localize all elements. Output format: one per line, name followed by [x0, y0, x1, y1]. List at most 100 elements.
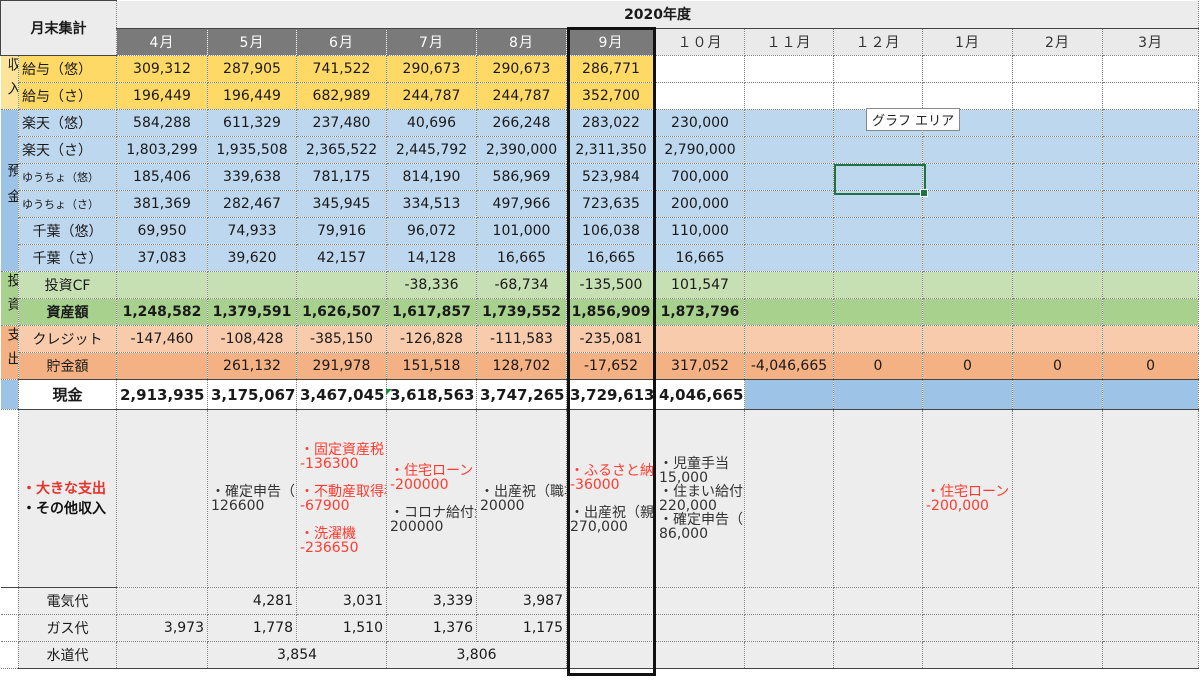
cell[interactable]: [1012, 217, 1103, 245]
cell[interactable]: -38,336: [386, 271, 477, 299]
cell[interactable]: 286,771: [566, 55, 656, 83]
cell[interactable]: [1012, 163, 1103, 191]
cell[interactable]: [744, 271, 834, 299]
cell[interactable]: 2,365,522: [296, 136, 387, 164]
cell[interactable]: [744, 587, 834, 615]
cell[interactable]: [1012, 244, 1103, 272]
cell[interactable]: [744, 379, 834, 410]
cell[interactable]: 151,518: [386, 352, 477, 380]
month-header[interactable]: １２月: [833, 28, 923, 56]
cell[interactable]: [922, 271, 1013, 299]
cell[interactable]: -385,150: [296, 325, 387, 353]
cell[interactable]: 0: [1012, 352, 1103, 380]
cell[interactable]: [922, 217, 1013, 245]
cell[interactable]: 1,935,508: [207, 136, 297, 164]
row-label[interactable]: 千葉（悠）: [18, 217, 117, 245]
cell[interactable]: [296, 271, 387, 299]
cell[interactable]: 69,950: [116, 217, 208, 245]
cell[interactable]: 1,778: [207, 614, 297, 642]
cell[interactable]: 4,046,665: [655, 379, 745, 410]
month-header[interactable]: 3月: [1102, 28, 1200, 56]
month-header[interactable]: 4月: [116, 28, 208, 56]
cell[interactable]: 14,128: [386, 244, 477, 272]
cell[interactable]: 0: [1102, 352, 1200, 380]
cell[interactable]: [744, 217, 834, 245]
row-label[interactable]: クレジット: [18, 325, 117, 353]
row-label[interactable]: ゆうちょ（さ）: [18, 190, 117, 218]
cell[interactable]: [1102, 55, 1200, 83]
month-header[interactable]: 2月: [1012, 28, 1103, 56]
cell[interactable]: 523,984: [566, 163, 656, 191]
cell[interactable]: 309,312: [116, 55, 208, 83]
cell[interactable]: [833, 614, 923, 642]
cell[interactable]: 290,673: [386, 55, 477, 83]
cell[interactable]: 185,406: [116, 163, 208, 191]
category-invest[interactable]: 投資: [0, 271, 19, 326]
cell[interactable]: [1012, 82, 1103, 110]
cell[interactable]: 110,000: [655, 217, 745, 245]
cell[interactable]: 1,248,582: [116, 298, 208, 326]
cell[interactable]: [1012, 587, 1103, 615]
cell[interactable]: [833, 55, 923, 83]
cell[interactable]: 497,966: [476, 190, 567, 218]
cell[interactable]: 723,635: [566, 190, 656, 218]
cell[interactable]: 74,933: [207, 217, 297, 245]
fill-handle[interactable]: [920, 189, 928, 197]
cell[interactable]: 1,175: [476, 614, 567, 642]
cell[interactable]: 317,052: [655, 352, 745, 380]
cell[interactable]: 37,083: [116, 244, 208, 272]
cell[interactable]: 79,916: [296, 217, 387, 245]
cell[interactable]: 101,000: [476, 217, 567, 245]
cell[interactable]: [744, 298, 834, 326]
cell[interactable]: 3,031: [296, 587, 387, 615]
cell[interactable]: 3,339: [386, 587, 477, 615]
cell[interactable]: 16,665: [476, 244, 567, 272]
cell[interactable]: [744, 163, 834, 191]
cell[interactable]: [1102, 641, 1200, 669]
cell[interactable]: [1012, 136, 1103, 164]
spreadsheet[interactable]: 月末集計 2020年度 4月 5月 6月 7月 8月 9月 １０月 １１月 １２…: [0, 0, 1200, 682]
note-cell[interactable]: [1102, 409, 1200, 588]
month-header[interactable]: 9月: [566, 28, 656, 56]
cell[interactable]: [922, 614, 1013, 642]
cell[interactable]: [744, 109, 834, 137]
cell[interactable]: [922, 190, 1013, 218]
cell[interactable]: 261,132: [207, 352, 297, 380]
row-label[interactable]: 水道代: [18, 641, 117, 669]
cell[interactable]: [116, 271, 208, 299]
cell[interactable]: 3,973: [116, 614, 208, 642]
cell[interactable]: 283,022: [566, 109, 656, 137]
cell[interactable]: [833, 244, 923, 272]
cell[interactable]: 266,248: [476, 109, 567, 137]
month-header[interactable]: 7月: [386, 28, 477, 56]
cell[interactable]: 200,000: [655, 190, 745, 218]
cell[interactable]: [655, 641, 745, 669]
category-expense[interactable]: 支出: [0, 325, 19, 380]
note-cell[interactable]: [1012, 409, 1103, 588]
cell[interactable]: 244,787: [476, 82, 567, 110]
row-label[interactable]: 投資CF: [18, 271, 117, 299]
cell[interactable]: -235,081: [566, 325, 656, 353]
cell[interactable]: [1012, 614, 1103, 642]
cell[interactable]: [116, 587, 208, 615]
cell[interactable]: [1102, 109, 1200, 137]
cell[interactable]: [1012, 55, 1103, 83]
cell[interactable]: -126,828: [386, 325, 477, 353]
cell[interactable]: 1,803,299: [116, 136, 208, 164]
cell[interactable]: [744, 82, 834, 110]
cell[interactable]: 381,369: [116, 190, 208, 218]
cell[interactable]: 244,787: [386, 82, 477, 110]
cell[interactable]: 3,987: [476, 587, 567, 615]
cell[interactable]: [922, 136, 1013, 164]
cell[interactable]: [1102, 298, 1200, 326]
month-header[interactable]: １０月: [655, 28, 745, 56]
cell[interactable]: 1,873,796: [655, 298, 745, 326]
cell[interactable]: 0: [833, 352, 923, 380]
note-cell[interactable]: ・住宅ローン（ボーナス）-200000 ・コロナ給付金200000: [386, 409, 477, 588]
corner-title[interactable]: 月末集計: [0, 0, 117, 56]
cell[interactable]: 1,739,552: [476, 298, 567, 326]
cell[interactable]: [744, 136, 834, 164]
cell[interactable]: [833, 325, 923, 353]
note-cell[interactable]: [744, 409, 834, 588]
cell[interactable]: [922, 379, 1013, 410]
